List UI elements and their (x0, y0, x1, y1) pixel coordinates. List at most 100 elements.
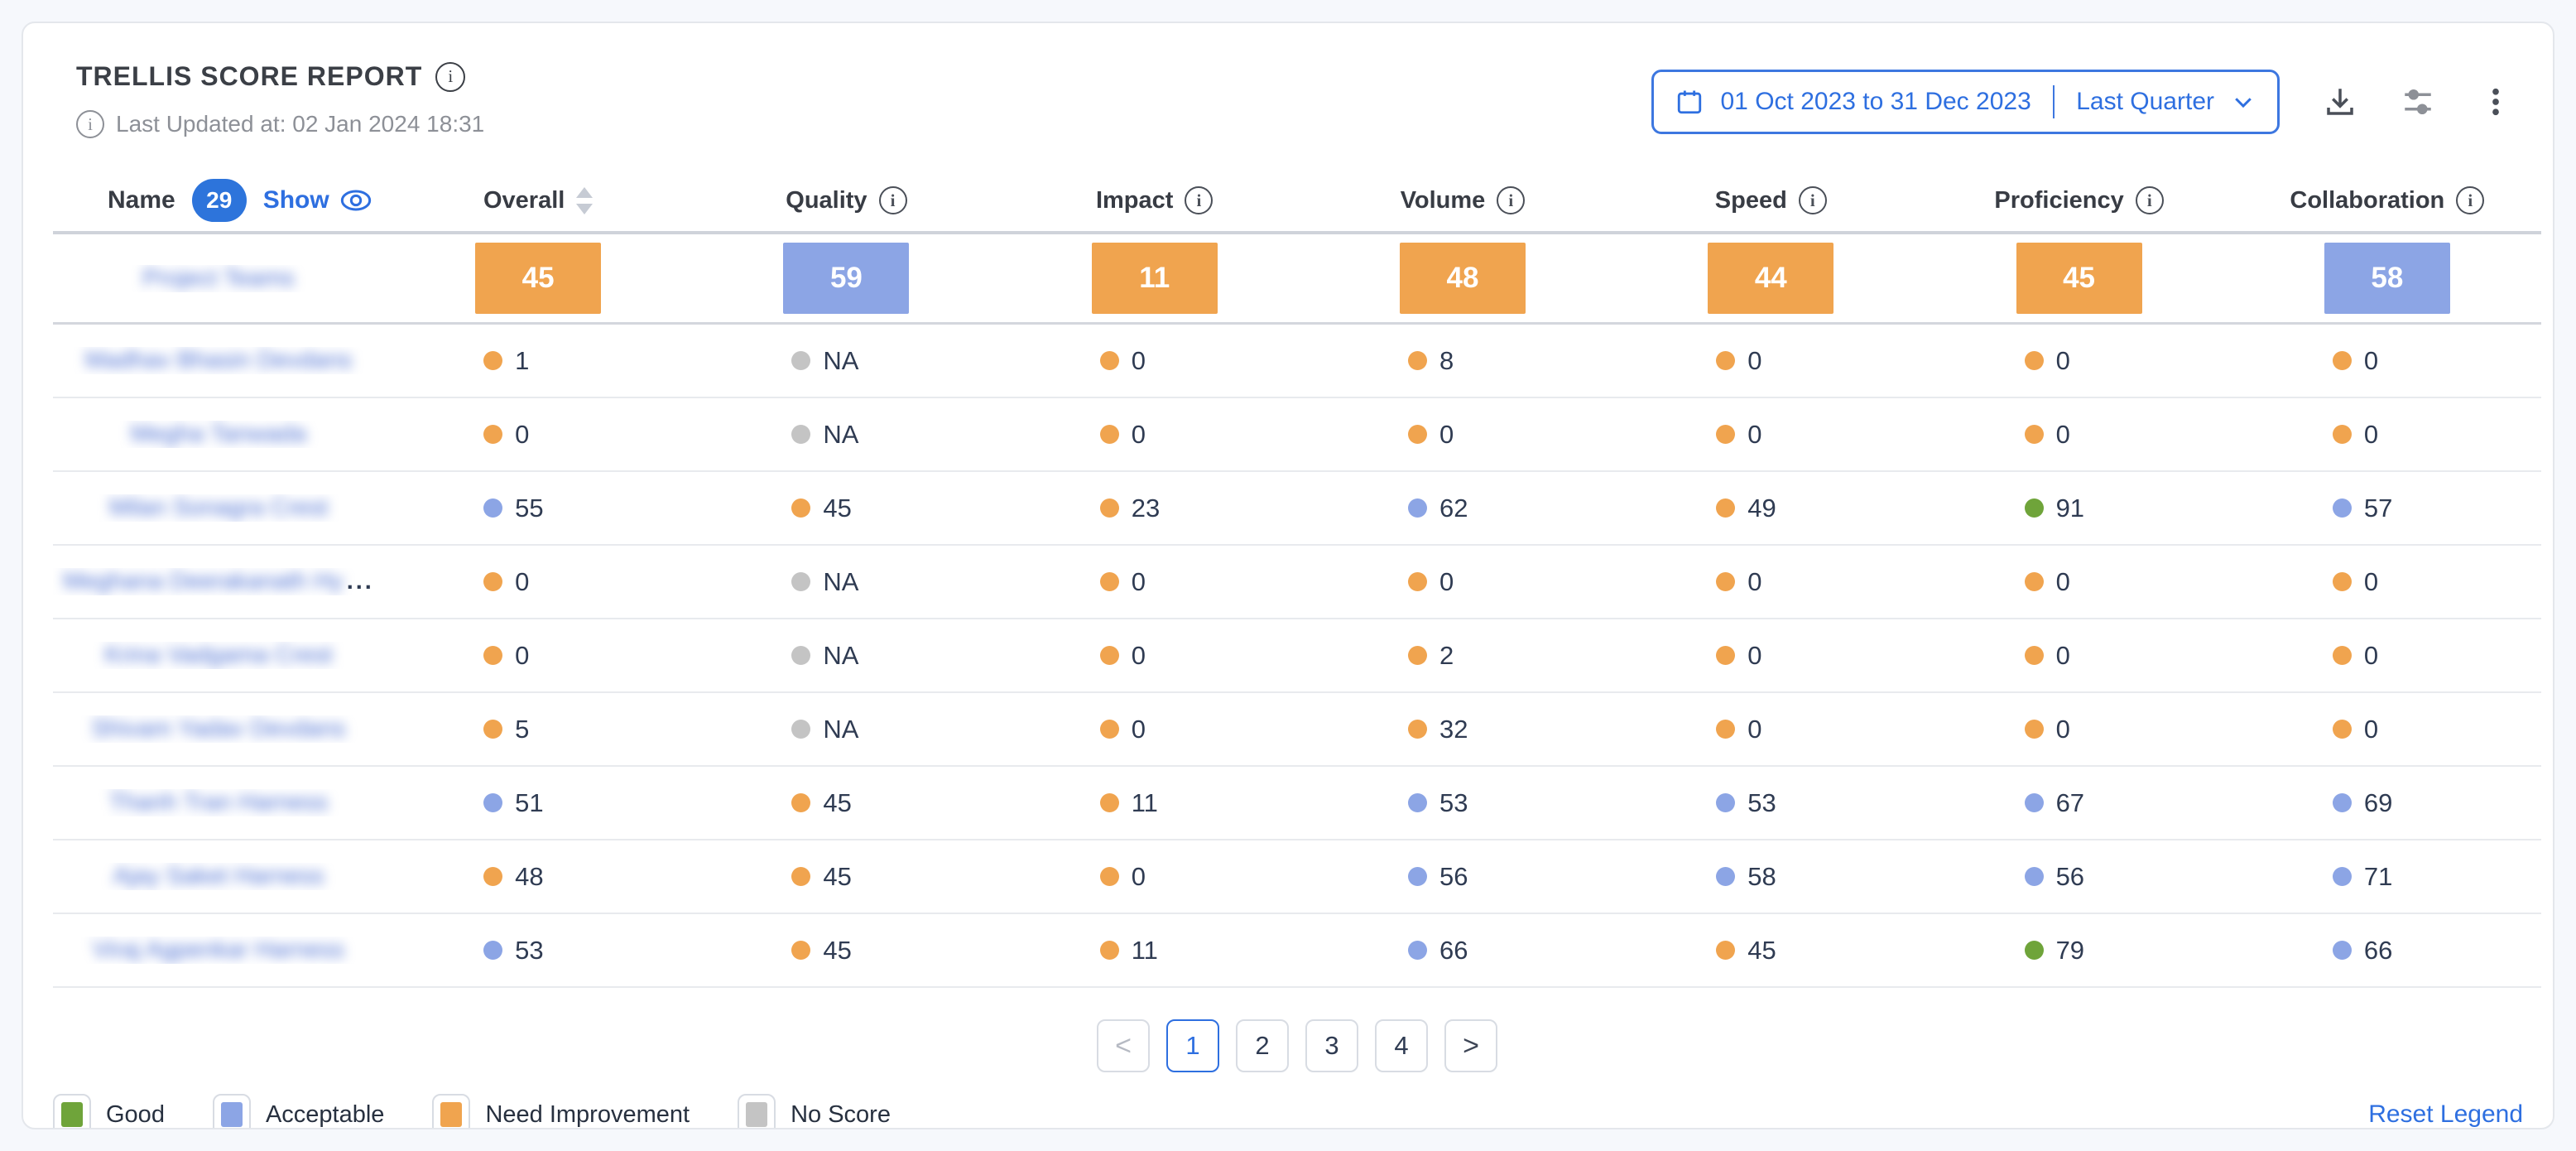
row-name-link[interactable]: Milan Sonagra Crest (53, 494, 384, 522)
row-name-link[interactable]: Ajay Saket Harness (53, 863, 384, 890)
column-info-icon[interactable]: i (1497, 186, 1525, 214)
pagination: < 1234 > (53, 1019, 2541, 1072)
score-level-dot (791, 867, 810, 886)
row-name-text: Shivam Yadav Devdans (92, 715, 346, 743)
kebab-menu-icon[interactable] (2478, 84, 2513, 119)
page-title: TRELLIS SCORE REPORT (76, 61, 422, 92)
download-icon[interactable] (2323, 84, 2357, 119)
score-cell: 0 (384, 420, 692, 450)
score-value: 45 (823, 862, 851, 892)
column-header-overall[interactable]: Overall (384, 187, 692, 214)
score-value-group: 0 (1716, 715, 1825, 744)
score-value-group: 0 (1100, 420, 1209, 450)
row-name-link[interactable]: Madhav Bhasin Devdans (53, 347, 384, 374)
row-name-link[interactable]: Krina Vadgama Crest (53, 642, 384, 669)
date-range-picker[interactable]: 01 Oct 2023 to 31 Dec 2023 Last Quarter (1651, 70, 2280, 134)
score-level-dot (2025, 720, 2044, 739)
score-cell: 0 (1925, 715, 2232, 744)
score-cell: 0 (1309, 420, 1617, 450)
row-name-link[interactable]: Thanh Tran Harness (53, 789, 384, 816)
column-header-label: Volume (1401, 187, 1486, 214)
score-value-group: NA (791, 420, 901, 450)
summary-score-badge: 58 (2324, 243, 2450, 314)
score-cell: 71 (2233, 862, 2541, 892)
score-value-group: 51 (483, 788, 593, 818)
show-names-button[interactable]: Show (263, 186, 372, 214)
legend-item-good[interactable]: Good (53, 1094, 165, 1129)
score-value-group: 23 (1100, 494, 1209, 523)
table-body: Madhav Bhasin Devdans1NA08000 Megha Tanwa… (53, 325, 2541, 988)
score-cell: 8 (1309, 346, 1617, 376)
row-name-link[interactable]: Meghana Deerakanath Hy... (53, 568, 384, 595)
score-value: 79 (2056, 936, 2084, 966)
pagination-page-3[interactable]: 3 (1305, 1019, 1358, 1072)
score-value: 2 (1439, 641, 1454, 671)
score-cell: 56 (1309, 862, 1617, 892)
score-level-dot (2333, 425, 2352, 444)
score-value: 0 (1132, 862, 1146, 892)
title-info-icon[interactable]: i (435, 62, 465, 92)
column-header-label: Proficiency (1994, 187, 2123, 214)
score-level-dot (1100, 351, 1119, 370)
column-info-icon[interactable]: i (2136, 186, 2164, 214)
score-level-dot (483, 941, 502, 960)
legend-color-swatch (746, 1102, 767, 1127)
row-name-link[interactable]: Viraj Agpenkar Harness (53, 937, 384, 964)
pagination-page-1[interactable]: 1 (1166, 1019, 1219, 1072)
score-level-dot (2333, 793, 2352, 812)
pagination-prev-button[interactable]: < (1097, 1019, 1150, 1072)
column-info-icon[interactable]: i (879, 186, 907, 214)
score-value: 0 (2364, 567, 2378, 597)
row-name-link[interactable]: Megha Tanwada (53, 421, 384, 448)
legend-label: Acceptable (266, 1101, 385, 1129)
score-level-dot (1408, 351, 1427, 370)
column-info-icon[interactable]: i (1185, 186, 1213, 214)
summary-row-name[interactable]: Project Teams (53, 265, 384, 292)
table-row: Madhav Bhasin Devdans1NA08000 (53, 325, 2541, 398)
sort-icon[interactable] (576, 187, 593, 214)
sort-down-arrow (576, 204, 593, 214)
column-info-icon[interactable]: i (1799, 186, 1827, 214)
score-value: NA (823, 567, 858, 597)
score-value-group: 11 (1100, 788, 1209, 818)
summary-score-cell: 58 (2233, 243, 2541, 314)
score-level-dot (1716, 498, 1735, 518)
score-level-dot (2333, 867, 2352, 886)
show-label: Show (263, 186, 329, 214)
row-name-link[interactable]: Shivam Yadav Devdans (53, 715, 384, 743)
legend-item-ni[interactable]: Need Improvement (432, 1094, 690, 1129)
score-value: 0 (2056, 715, 2070, 744)
pagination-next-button[interactable]: > (1444, 1019, 1497, 1072)
score-level-dot (791, 425, 810, 444)
score-value: 0 (515, 641, 529, 671)
score-cell: 0 (1617, 420, 1925, 450)
column-header-label: Impact (1096, 187, 1173, 214)
score-value: 0 (515, 420, 529, 450)
column-settings-icon[interactable] (2401, 84, 2435, 119)
pagination-page-4[interactable]: 4 (1375, 1019, 1428, 1072)
score-value: 48 (515, 862, 543, 892)
score-level-dot (2333, 572, 2352, 591)
score-cell: 0 (1925, 420, 2232, 450)
score-value-group: 48 (483, 862, 593, 892)
legend-item-acc[interactable]: Acceptable (213, 1094, 385, 1129)
report-header: TRELLIS SCORE REPORT i i Last Updated at… (53, 23, 2541, 138)
score-value-group: 2 (1408, 641, 1517, 671)
legend-color-swatch (61, 1102, 83, 1127)
legend-item-na[interactable]: No Score (738, 1094, 891, 1129)
row-name-text: Viraj Agpenkar Harness (93, 937, 344, 964)
legend-chip (213, 1094, 251, 1129)
score-value-group: 56 (2025, 862, 2134, 892)
summary-score-cell: 45 (1925, 243, 2232, 314)
column-info-icon[interactable]: i (2456, 186, 2484, 214)
score-value-group: 53 (483, 936, 593, 966)
reset-legend-link[interactable]: Reset Legend (2368, 1100, 2523, 1129)
pagination-page-2[interactable]: 2 (1236, 1019, 1289, 1072)
trellis-score-report-card: TRELLIS SCORE REPORT i i Last Updated at… (22, 22, 2554, 1129)
score-cell: NA (692, 641, 1000, 671)
legend-color-swatch (440, 1102, 462, 1127)
score-value: 57 (2364, 494, 2392, 523)
score-value: 11 (1132, 936, 1158, 966)
score-cell: 0 (2233, 715, 2541, 744)
score-value-group: 67 (2025, 788, 2134, 818)
